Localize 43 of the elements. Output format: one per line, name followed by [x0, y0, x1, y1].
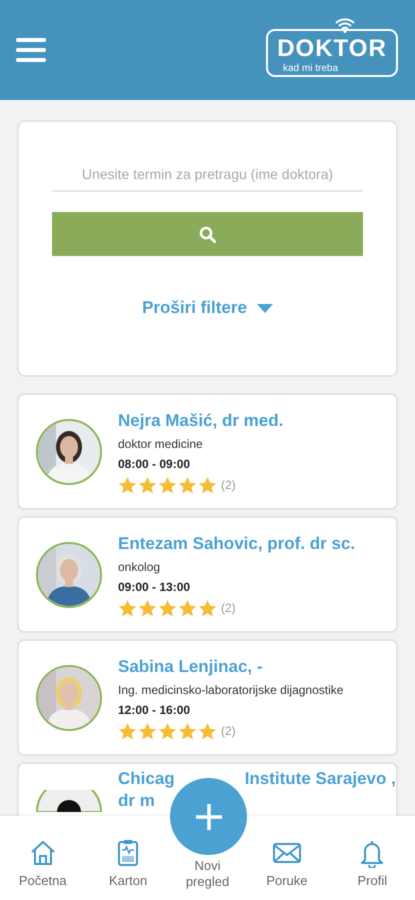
star-icon: [138, 598, 157, 616]
wifi-icon: [334, 17, 356, 33]
star-icon: [198, 598, 217, 616]
doctor-name[interactable]: Nejra Mašić, dr med.: [118, 410, 284, 432]
doctor-specialty: doktor medicine: [118, 436, 203, 450]
star-icon: [198, 476, 217, 494]
expand-filters-button[interactable]: Proširi filtere: [140, 296, 275, 320]
star-icon: [198, 722, 217, 740]
nav-tab[interactable]: Novi pregled: [170, 858, 244, 890]
doctor-name[interactable]: dr m: [118, 790, 155, 812]
star-icon: [118, 598, 137, 616]
review-count: (2): [221, 478, 236, 492]
star-icon: [158, 722, 177, 740]
avatar-icon: [36, 790, 102, 812]
star-icon: [158, 598, 177, 616]
working-hours: 12:00 - 16:00: [118, 702, 190, 716]
search-icon: [199, 226, 216, 242]
doctor-name[interactable]: Sabina Lenjinac, -: [118, 656, 263, 678]
doctor-name[interactable]: Institute Sarajevo ,: [244, 768, 396, 790]
doctor-name[interactable]: Entezam Sahovic, prof. dr sc.: [118, 532, 356, 554]
review-count: (2): [221, 600, 236, 614]
caret-icon: [256, 304, 273, 312]
search-field[interactable]: Unesite termin za pretragu (ime doktora): [52, 160, 363, 192]
doctor-name[interactable]: Chicag: [118, 768, 175, 790]
menu-icon[interactable]: [16, 38, 46, 62]
star-icon: [178, 476, 197, 494]
star-icon: [178, 722, 197, 740]
nav-tab[interactable]: Profil: [330, 816, 415, 900]
star-icon: [178, 598, 197, 616]
nav-tab[interactable]: Karton: [85, 816, 171, 900]
doctor-specialty: onkolog: [118, 560, 160, 574]
doctor-specialty: Ing. medicinsko-laboratorijske dijagnostike: [118, 682, 344, 696]
review-count: (2): [221, 724, 236, 738]
working-hours: 09:00 - 13:00: [118, 580, 190, 594]
star-icon: [158, 476, 177, 494]
plus-icon: [194, 802, 222, 830]
star-icon: [118, 722, 137, 740]
star-icon: [138, 476, 157, 494]
nav-tab[interactable]: Poruke: [244, 816, 330, 900]
star-icon: [118, 476, 137, 494]
working-hours: 08:00 - 09:00: [118, 456, 190, 470]
star-icon: [138, 722, 157, 740]
nav-tab[interactable]: Početna: [0, 816, 86, 900]
